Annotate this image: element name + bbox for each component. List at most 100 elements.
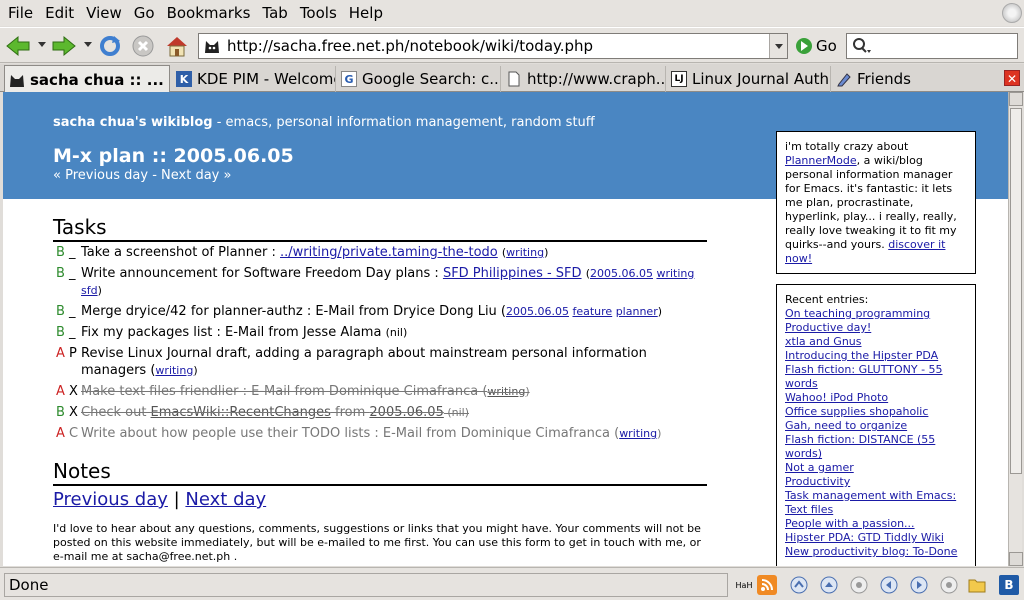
task-item: B X Check out EmacsWiki::RecentChanges f… — [53, 404, 713, 421]
recent-entry-link[interactable]: On teaching programming — [785, 307, 967, 321]
home-button[interactable] — [163, 32, 191, 60]
reload-button[interactable] — [96, 32, 124, 60]
scroll-down-arrow-icon[interactable] — [1009, 552, 1023, 566]
tab-linux-journal[interactable]: LJ Linux Journal Auth... — [667, 66, 831, 92]
task-link[interactable]: SFD Philippines - SFD — [443, 266, 582, 281]
intro-text-2: , a wiki/blog personal information manag… — [785, 154, 957, 251]
hah-indicator[interactable]: HaH — [734, 575, 754, 595]
recent-entry-link[interactable]: Wahoo! iPod Photo — [785, 391, 967, 405]
stop-button[interactable] — [129, 32, 157, 60]
task-tag-link[interactable]: writing — [155, 364, 193, 377]
task-text: Check out — [81, 405, 151, 420]
previous-day-link[interactable]: « Previous day — [53, 168, 148, 183]
search-engine-icon[interactable] — [851, 37, 873, 55]
task-priority: B — [56, 266, 65, 281]
back-button[interactable] — [4, 32, 32, 60]
back-arrow-icon — [6, 35, 30, 57]
tab-sacha-chua[interactable]: sacha chua :: ... — [4, 65, 170, 93]
previous-day-big-link[interactable]: Previous day — [53, 489, 168, 510]
search-input[interactable] — [873, 38, 1013, 54]
task-link[interactable]: ../writing/private.taming-the-todo — [280, 245, 498, 260]
site-tagline: - emacs, personal information management… — [212, 115, 595, 130]
menu-help[interactable]: Help — [343, 0, 389, 26]
task-priority: B — [56, 325, 65, 340]
home-icon — [167, 37, 187, 57]
tab-craph[interactable]: http://www.craph... — [502, 66, 666, 92]
folder-icon[interactable] — [967, 575, 987, 595]
task-tail: ) — [657, 305, 663, 318]
close-tab-icon[interactable]: ✕ — [1004, 70, 1020, 86]
url-input[interactable] — [227, 37, 767, 55]
recent-entry-link[interactable]: Flash fiction: GLUTTONY - 55 words — [785, 363, 967, 391]
back-history-dropdown[interactable] — [38, 42, 46, 47]
task-tag-link[interactable]: writing — [656, 267, 694, 280]
tab-kde-pim[interactable]: K KDE PIM - Welcome — [172, 66, 336, 92]
task-item: A P Revise Linux Journal draft, adding a… — [53, 345, 713, 379]
menu-tools[interactable]: Tools — [294, 0, 343, 26]
reload-icon — [100, 36, 120, 56]
task-tag-link[interactable]: feature — [572, 305, 612, 318]
intro-box: i'm totally crazy about PlannerMode, a w… — [776, 131, 976, 274]
bookmark-b-icon[interactable]: B — [999, 575, 1019, 595]
vertical-scrollbar[interactable] — [1008, 92, 1023, 566]
task-status: _ — [69, 245, 76, 260]
go-button[interactable]: Go — [796, 33, 837, 59]
recent-entry-link[interactable]: xtla and Gnus — [785, 335, 967, 349]
forward-button[interactable] — [50, 32, 78, 60]
tab-google-search[interactable]: G Google Search: c... — [337, 66, 501, 92]
nav-prev-icon[interactable] — [879, 575, 899, 595]
nav-up-icon[interactable] — [789, 575, 809, 595]
task-tag-link[interactable]: 2005.06.05 — [506, 305, 569, 318]
menu-tab[interactable]: Tab — [256, 0, 293, 26]
next-day-big-link[interactable]: Next day — [185, 489, 266, 510]
task-tag-link[interactable]: writing — [506, 246, 544, 259]
recent-entry-link[interactable]: Productivity — [785, 475, 967, 489]
cat-favicon-icon — [9, 72, 25, 88]
recent-entry-link[interactable]: Productive day! — [785, 321, 967, 335]
recent-entry-link[interactable]: New productivity blog: To-Done — [785, 545, 967, 559]
task-tail: ) — [657, 427, 662, 440]
recent-entries-heading: Recent entries: — [785, 293, 869, 306]
recent-entry-link[interactable]: Introducing the Hipster PDA — [785, 349, 967, 363]
task-tail: ) — [193, 364, 198, 377]
next-day-link[interactable]: Next day » — [161, 168, 231, 183]
task-status: _ — [69, 266, 76, 281]
recent-entry-link[interactable]: People with a passion... — [785, 517, 967, 531]
menu-file[interactable]: File — [2, 0, 39, 26]
task-tag-link[interactable]: 2005.06.05 — [590, 267, 653, 280]
nav-last-icon[interactable] — [939, 575, 959, 595]
search-box[interactable] — [846, 33, 1018, 59]
plannermode-link[interactable]: PlannerMode — [785, 154, 857, 167]
recent-entry-link[interactable]: Task management with Emacs: Text files — [785, 489, 967, 517]
menu-view[interactable]: View — [80, 0, 128, 26]
address-bar[interactable] — [198, 33, 788, 59]
url-history-dropdown[interactable] — [769, 34, 787, 58]
tab-friends[interactable]: Friends — [832, 66, 996, 92]
menu-go[interactable]: Go — [128, 0, 161, 26]
task-date-link[interactable]: 2005.06.05 — [369, 405, 443, 420]
recent-entry-link[interactable]: Gah, need to organize — [785, 419, 967, 433]
recent-entry-link[interactable]: Hipster PDA: GTD Tiddly Wiki — [785, 531, 967, 545]
recent-entry-link[interactable]: Office supplies shopaholic — [785, 405, 967, 419]
nav-separator: | — [167, 489, 186, 510]
menu-edit[interactable]: Edit — [39, 0, 80, 26]
nav-first-icon[interactable] — [849, 575, 869, 595]
scroll-up-arrow-icon[interactable] — [1009, 92, 1023, 106]
task-tag-link[interactable]: sfd — [81, 284, 98, 297]
task-tail: ) — [525, 385, 530, 398]
scroll-thumb[interactable] — [1010, 108, 1022, 474]
status-text: Done — [4, 573, 728, 597]
forward-history-dropdown[interactable] — [84, 42, 92, 47]
task-tag-link[interactable]: planner — [616, 305, 658, 318]
menu-bookmarks[interactable]: Bookmarks — [161, 0, 257, 26]
stop-icon — [132, 35, 154, 57]
task-tag-link[interactable]: writing — [487, 385, 525, 398]
nav-top-icon[interactable] — [819, 575, 839, 595]
tab-label: Friends — [857, 70, 911, 88]
recent-entry-link[interactable]: Not a gamer — [785, 461, 967, 475]
task-tag-link[interactable]: writing — [619, 427, 657, 440]
task-link[interactable]: EmacsWiki::RecentChanges — [151, 405, 331, 420]
recent-entry-link[interactable]: Flash fiction: DISTANCE (55 words) — [785, 433, 967, 461]
rss-feed-icon[interactable] — [757, 575, 777, 595]
nav-next-icon[interactable] — [909, 575, 929, 595]
